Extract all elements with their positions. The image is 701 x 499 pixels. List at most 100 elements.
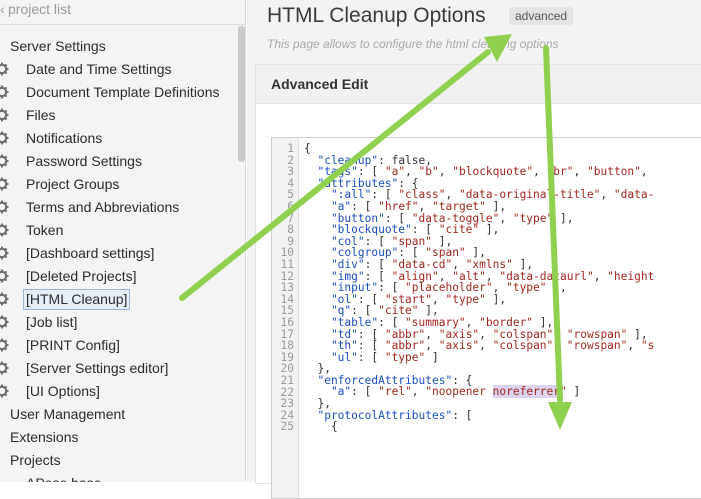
code-token: "rowspan" [566, 339, 628, 353]
code-token: ], [479, 223, 500, 237]
back-link-label: project list [8, 1, 72, 17]
code-token: "type" [384, 350, 426, 364]
back-to-project-list-link[interactable]: ‹ project list [0, 0, 71, 22]
code-token: "blockquote" [452, 165, 534, 179]
code-token: , [573, 165, 587, 179]
sidebar-scrollbar[interactable] [238, 26, 245, 162]
code-token: ] [425, 350, 439, 364]
code-token: " [560, 385, 567, 399]
sidebar-item[interactable]: [HTML Cleanup] [0, 288, 236, 311]
advanced-badge: advanced [509, 7, 574, 25]
sidebar-item[interactable]: Extensions [0, 426, 236, 449]
code-line: "a": [ "rel", "noopener noreferrer" ] [304, 385, 654, 399]
line-number-gutter: 1 2 3 4 5 6 7 8 9 10 11 12 13 14 15 16 17 18 19 20 21 22 23 24 2… [272, 138, 299, 498]
code-editor[interactable]: 1 2 3 4 5 6 7 8 9 10 11 12 13 14 15 16 17 18 19 20 21 22 23 24 2… [271, 137, 701, 499]
gear-icon [0, 315, 9, 329]
code-line: { [304, 421, 654, 433]
code-token: "axis" [438, 339, 480, 353]
sidebar-item[interactable]: Document Template Definitions [0, 81, 236, 104]
code-token: "button" [587, 165, 641, 179]
sidebar-item-label: APose base [26, 475, 102, 482]
line-number: 1 [287, 142, 294, 155]
line-number: 21 [280, 374, 294, 387]
panel-title: Advanced Edit [256, 65, 701, 104]
code-line: "protocolAttributes": [ [304, 409, 654, 422]
code-token: ] [566, 385, 581, 399]
sidebar: ‹ project list Server Settings Date and Ti… [0, 0, 246, 482]
sidebar-item[interactable]: Notifications [0, 127, 236, 150]
sidebar-item[interactable]: [UI Options] [0, 380, 236, 403]
sidebar-item[interactable]: Project Groups [0, 173, 236, 196]
sidebar-item-label: User Management [10, 406, 126, 422]
code-token: : [ [357, 350, 385, 364]
chevron-left-icon: ‹ [0, 1, 5, 17]
sidebar-item[interactable]: Date and Time Settings [0, 58, 236, 81]
code-token: ], [546, 281, 567, 295]
code-token: ], [553, 211, 574, 225]
code-token: , [533, 165, 547, 179]
sidebar-item[interactable]: Projects [0, 449, 236, 472]
sidebar-item-label: Server Settings [10, 38, 106, 54]
sidebar-item-label: [Server Settings editor] [26, 360, 169, 376]
code-token: "noopener [425, 385, 493, 399]
sidebar-divider [0, 24, 245, 25]
sidebar-item-label: Extensions [10, 429, 79, 445]
page-title: HTML Cleanup Options [267, 4, 486, 27]
line-number: 16 [280, 316, 294, 329]
sidebar-item[interactable]: APose base [0, 472, 236, 482]
sidebar-item-label: Files [26, 107, 56, 123]
code-token: "data- [613, 188, 655, 202]
sidebar-item-label: [Job list] [26, 314, 78, 330]
sidebar-item-label: Terms and Abbreviations [26, 199, 180, 215]
code-token: : [ [351, 385, 379, 399]
highlighted-token: noreferrer [492, 385, 560, 399]
code-token: "type" [445, 292, 486, 306]
advanced-edit-panel: Advanced Edit 1 2 3 4 5 6 7 8 9 10 11 12 13 14 15 16 17 1… [255, 64, 701, 499]
gear-icon [0, 177, 9, 191]
code-token: ], [485, 292, 507, 306]
code-token: , [553, 339, 567, 353]
line-number: 25 [280, 420, 294, 434]
gear-icon [0, 62, 9, 76]
gear-icon [0, 269, 9, 283]
code-line: "ul": [ "type" ] [304, 350, 654, 364]
gear-icon [0, 223, 9, 237]
sidebar-item[interactable]: [Deleted Projects] [0, 265, 236, 288]
code-token: "type" [506, 281, 547, 295]
sidebar-item-label: Document Template Definitions [26, 84, 220, 100]
sidebar-item-label: Project Groups [26, 176, 120, 192]
sidebar-item-label: Password Settings [26, 153, 142, 169]
sidebar-item-label: [HTML Cleanup] [23, 289, 131, 310]
gear-icon [0, 292, 9, 306]
code-token: , [411, 385, 426, 399]
sidebar-item[interactable]: [Job list] [0, 311, 236, 334]
sidebar-item-label: [PRINT Config] [26, 337, 120, 353]
gear-icon [0, 108, 9, 122]
gear-icon [0, 154, 9, 168]
sidebar-item-label: Date and Time Settings [26, 61, 172, 77]
sidebar-item-label: [Deleted Projects] [26, 268, 137, 284]
code-token: , [499, 211, 513, 225]
code-token: "colspan" [492, 339, 554, 353]
sidebar-item[interactable]: Terms and Abbreviations [0, 196, 236, 219]
sidebar-item[interactable]: Files [0, 104, 236, 127]
sidebar-item[interactable]: Token [0, 219, 236, 242]
sidebar-item[interactable]: [Server Settings editor] [0, 357, 236, 380]
sidebar-item-label: Projects [10, 452, 61, 468]
sidebar-item[interactable]: [PRINT Config] [0, 334, 236, 357]
sidebar-item[interactable]: [Dashboard settings] [0, 242, 236, 265]
gear-icon [0, 384, 9, 398]
code-token: , [640, 165, 648, 179]
code-token: "type" [512, 211, 554, 225]
sidebar-item[interactable]: User Management [0, 403, 236, 426]
sidebar-item[interactable]: Password Settings [0, 150, 236, 173]
gear-icon [0, 246, 9, 260]
sidebar-item-label: [UI Options] [26, 383, 100, 399]
code-token: "b" [418, 165, 439, 179]
code-content[interactable]: { "cleanup": false, "tags": [ "a", "b", … [304, 143, 654, 433]
sidebar-item-label: Token [26, 222, 64, 238]
code-token: { [304, 420, 338, 434]
sidebar-item[interactable]: Server Settings [0, 35, 236, 58]
page-subtitle: This page allows to configure the html c… [267, 37, 559, 51]
code-token: , [627, 339, 641, 353]
